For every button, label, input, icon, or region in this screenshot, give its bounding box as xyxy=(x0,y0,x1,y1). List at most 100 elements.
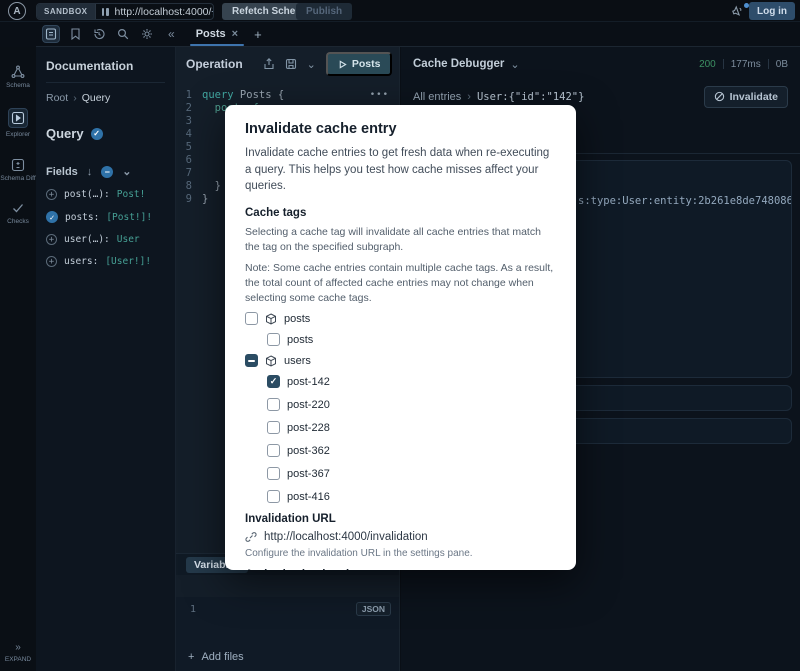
endpoint-url[interactable]: http://localhost:4000/ xyxy=(115,6,212,18)
response-header: Cache Debugger ⌄ 200 177ms 0B xyxy=(401,47,800,81)
run-operation-button[interactable]: Posts xyxy=(326,52,393,76)
announcements-icon[interactable] xyxy=(731,4,744,17)
field-row[interactable]: + users: [User!]! xyxy=(46,256,165,267)
field-selected-check-icon[interactable]: ✓ xyxy=(46,211,58,223)
settings-gear-icon[interactable] xyxy=(138,25,156,43)
active-tab-underline xyxy=(190,44,244,46)
operations-panel-icon[interactable] xyxy=(42,25,60,43)
sidebar-item-schema-diff[interactable]: Schema Diff xyxy=(0,158,36,183)
cache-tag-group-users[interactable]: users xyxy=(245,354,556,367)
field-row[interactable]: + post(…): Post! xyxy=(46,189,165,200)
explorer-icon xyxy=(11,111,25,125)
checkbox-indeterminate[interactable] xyxy=(245,354,258,367)
top-bar: A SANDBOX http://localhost:4000/ Refetch… xyxy=(0,0,800,22)
checkbox-unchecked[interactable] xyxy=(267,444,280,457)
sort-arrow-icon[interactable]: ↓ xyxy=(87,166,93,178)
add-field-icon[interactable]: + xyxy=(46,256,57,267)
sidebar-item-checks[interactable]: Checks xyxy=(0,201,36,226)
search-icon[interactable] xyxy=(114,25,132,43)
share-icon[interactable] xyxy=(263,58,275,70)
chevron-down-icon[interactable]: ⌄ xyxy=(307,58,316,71)
response-view-selector[interactable]: Cache Debugger xyxy=(413,58,504,70)
docs-breadcrumb: Root › Query xyxy=(46,92,165,104)
type-heading: Query ✓ xyxy=(46,126,165,141)
circle-slash-icon xyxy=(714,91,725,102)
connection-settings-gear-icon[interactable] xyxy=(211,6,214,17)
publish-button[interactable]: Publish xyxy=(296,3,352,20)
history-icon[interactable] xyxy=(90,25,108,43)
expand-nav-button[interactable]: » EXPAND xyxy=(0,642,36,663)
cache-tag-group-posts[interactable]: posts xyxy=(245,312,556,325)
divider xyxy=(46,82,165,83)
line-options-icon[interactable]: ••• xyxy=(370,89,399,102)
expand-label: EXPAND xyxy=(5,656,31,663)
new-tab-button[interactable]: + xyxy=(254,27,262,42)
expand-icon: » xyxy=(15,642,21,653)
left-nav-rail: Schema Explorer Schema Diff Checks » EXP… xyxy=(0,47,36,671)
cache-tag-post-367[interactable]: post-367 xyxy=(267,467,556,480)
cache-tag-post-220[interactable]: post-220 xyxy=(267,398,556,411)
cache-key-text: s:type:User:entity:2b261e8de74808687c7d9… xyxy=(578,195,792,207)
checkbox-unchecked[interactable] xyxy=(267,421,280,434)
endpoint-url-bar[interactable]: SANDBOX http://localhost:4000/ xyxy=(36,3,214,20)
field-row[interactable]: ✓ posts: [Post!]! xyxy=(46,211,165,223)
deselect-all-icon[interactable]: − xyxy=(101,166,113,178)
collapse-panel-icon[interactable]: « xyxy=(168,27,174,41)
response-time: 177ms xyxy=(731,59,761,70)
response-size: 0B xyxy=(776,59,788,70)
pause-icon[interactable] xyxy=(102,8,109,16)
add-field-icon[interactable]: + xyxy=(46,189,57,200)
tab-posts-label: Posts xyxy=(196,28,226,40)
play-icon xyxy=(338,60,347,69)
breadcrumb-all-entries[interactable]: All entries xyxy=(413,91,461,103)
documentation-title: Documentation xyxy=(46,59,165,73)
checkbox-unchecked[interactable] xyxy=(267,467,280,480)
cache-tag-post-228[interactable]: post-228 xyxy=(267,421,556,434)
checkbox-unchecked[interactable] xyxy=(267,333,280,346)
checkbox-unchecked[interactable] xyxy=(267,398,280,411)
log-in-button[interactable]: Log in xyxy=(749,2,795,20)
authorization-heading: Authorization header xyxy=(245,569,556,570)
invalidation-url-row: http://localhost:4000/invalidation xyxy=(245,531,556,543)
add-files-button[interactable]: + Add files xyxy=(176,643,399,671)
checkbox-checked[interactable] xyxy=(267,375,280,388)
checkbox-unchecked[interactable] xyxy=(267,490,280,503)
schema-icon xyxy=(11,65,25,79)
cache-tags-note: Note: Some cache entries contain multipl… xyxy=(245,261,556,305)
sidebar-item-label: Explorer xyxy=(6,131,30,139)
sandbox-badge: SANDBOX xyxy=(37,4,96,19)
fields-header: Fields ↓ − ⌄ xyxy=(46,165,165,178)
breadcrumb-cache-entry: User:{"id":"142"} xyxy=(477,91,584,103)
cache-tag-post-362[interactable]: post-362 xyxy=(267,444,556,457)
cache-tags-description: Selecting a cache tag will invalidate al… xyxy=(245,225,556,254)
chevron-down-icon[interactable]: ⌄ xyxy=(510,58,519,71)
operation-header: Operation ⌄ Posts xyxy=(176,47,399,81)
status-code: 200 xyxy=(699,59,716,70)
breadcrumb-root[interactable]: Root xyxy=(46,92,68,104)
sidebar-item-explorer[interactable]: Explorer xyxy=(0,108,36,139)
tab-posts[interactable]: Posts × xyxy=(190,22,244,46)
sidebar-item-label: Schema Diff xyxy=(0,175,35,183)
sidebar-item-schema[interactable]: Schema xyxy=(0,65,36,90)
json-badge: JSON xyxy=(356,602,391,616)
subgraph-cube-icon xyxy=(265,355,277,367)
checks-icon xyxy=(11,201,25,215)
cache-tag-posts[interactable]: posts xyxy=(267,333,556,346)
invalidation-url-value: http://localhost:4000/invalidation xyxy=(264,531,428,543)
field-row[interactable]: + user(…): User xyxy=(46,234,165,245)
invalidation-url-hint: Configure the invalidation URL in the se… xyxy=(245,548,556,559)
cache-tag-post-142[interactable]: post-142 xyxy=(267,375,556,388)
sidebar-item-label: Checks xyxy=(7,218,29,226)
saved-operations-icon[interactable] xyxy=(66,25,84,43)
checkbox-unchecked[interactable] xyxy=(245,312,258,325)
invalidate-button[interactable]: Invalidate xyxy=(704,86,788,108)
variables-editor[interactable]: 1 JSON xyxy=(176,597,399,643)
modal-title: Invalidate cache entry xyxy=(245,121,556,137)
close-tab-icon[interactable]: × xyxy=(232,28,238,40)
chevron-down-icon[interactable]: ⌄ xyxy=(122,165,131,178)
sidebar-item-label: Schema xyxy=(6,82,30,90)
invalidation-url-heading: Invalidation URL xyxy=(245,513,556,525)
add-field-icon[interactable]: + xyxy=(46,234,57,245)
cache-tag-post-416[interactable]: post-416 xyxy=(267,490,556,503)
save-operation-icon[interactable] xyxy=(285,58,297,70)
